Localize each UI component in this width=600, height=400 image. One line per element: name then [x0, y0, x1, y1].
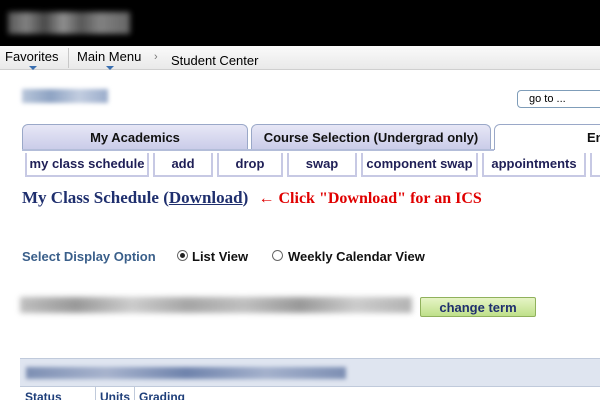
tab-course-selection[interactable]: Course Selection (Undergrad only) [251, 124, 491, 150]
download-annotation: ← Click "Download" for an ICS [258, 190, 482, 207]
column-divider [95, 387, 96, 400]
main-menu-label: Main Menu [77, 49, 142, 64]
main-menu-dropdown-icon [106, 66, 115, 70]
chevron-right-icon: › [154, 51, 158, 63]
column-header-status: Status [25, 390, 62, 400]
subtab-drop[interactable]: drop [217, 153, 283, 177]
main-menu[interactable]: Main Menu [77, 49, 142, 70]
term-info [20, 297, 412, 313]
schedule-table-header: Status Units Grading [20, 386, 600, 400]
subtab-component-swap[interactable]: component swap [361, 153, 478, 177]
subtab-add[interactable]: add [153, 153, 213, 177]
breadcrumb-student-center[interactable]: Student Center [171, 53, 258, 68]
list-view-label[interactable]: List View [192, 249, 248, 264]
page-title-text: My Class Schedule [22, 188, 159, 207]
subtab-swap[interactable]: swap [287, 153, 357, 177]
favorites-menu[interactable]: Favorites [5, 49, 59, 70]
column-header-grading: Grading [139, 390, 186, 400]
tab-enrollment[interactable]: En [494, 124, 600, 150]
subtab-truncated[interactable]: s [590, 153, 600, 177]
page-title: My Class Schedule (Download) ← Click "Do… [22, 188, 482, 208]
student-name [22, 89, 108, 103]
navigation-bar: Favorites Main Menu › Student Center [0, 46, 600, 70]
download-link[interactable]: Download [169, 188, 243, 207]
list-view-radio[interactable] [177, 250, 188, 261]
top-banner [0, 0, 600, 46]
subtab-my-class-schedule[interactable]: my class schedule [25, 153, 149, 177]
nav-divider [68, 48, 69, 68]
weekly-calendar-view-radio[interactable] [272, 250, 283, 261]
display-option-label: Select Display Option [22, 249, 156, 264]
course-title [26, 367, 346, 379]
favorites-dropdown-icon [28, 66, 37, 70]
tab-underline [22, 149, 494, 151]
favorites-label: Favorites [5, 49, 59, 64]
close-paren: ) [242, 188, 249, 207]
change-term-button[interactable]: change term [420, 297, 536, 317]
weekly-calendar-view-label[interactable]: Weekly Calendar View [288, 249, 425, 264]
subtab-appointments[interactable]: appointments [482, 153, 586, 177]
tab-my-academics[interactable]: My Academics [22, 124, 248, 150]
goto-dropdown[interactable]: go to ... [517, 90, 600, 108]
display-option-row: Select Display Option List View Weekly C… [22, 249, 425, 264]
open-paren: ( [158, 188, 169, 207]
institution-logo [8, 12, 130, 34]
column-divider [134, 387, 135, 400]
course-header [20, 358, 600, 386]
column-header-units: Units [100, 390, 130, 400]
